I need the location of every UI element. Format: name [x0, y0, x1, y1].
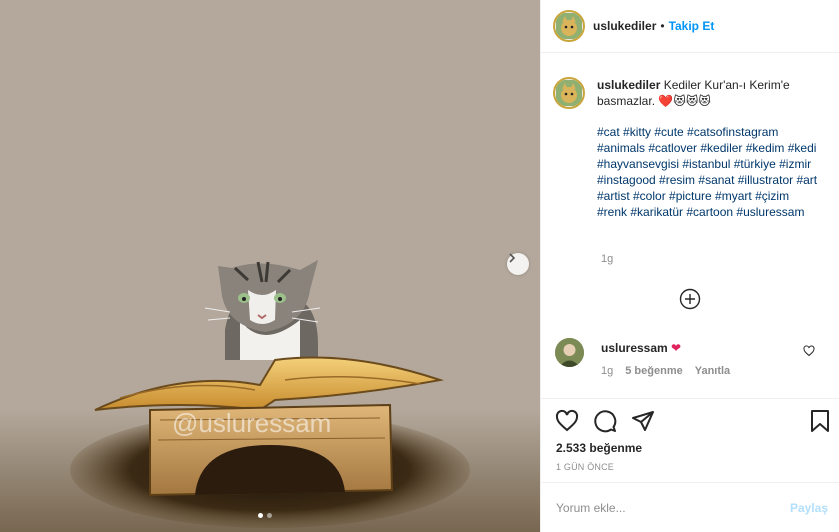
cat-illustration: @usluressam — [0, 0, 540, 532]
load-more-comments-button[interactable] — [679, 288, 701, 313]
commenter-avatar[interactable] — [555, 338, 584, 367]
post-comment-button[interactable]: Paylaş — [790, 501, 828, 515]
watermark-text: @usluressam — [172, 408, 331, 438]
plus-circle-icon — [679, 288, 701, 310]
heart-icon — [803, 345, 815, 357]
comment-icon[interactable] — [593, 409, 617, 433]
heart-icon[interactable] — [555, 409, 579, 433]
comment-item: usluressam ❤ — [555, 338, 681, 367]
caption-time: 1g — [601, 253, 614, 265]
caption-username[interactable]: uslukediler — [597, 78, 660, 92]
save-button[interactable] — [809, 409, 831, 436]
commenter-username[interactable]: usluressam — [601, 341, 668, 355]
comment-body: ❤ — [671, 341, 682, 355]
comment-likes[interactable]: 5 beğenme — [625, 365, 682, 377]
post-actions: 2.533 beğenme 1 GÜN ÖNCE — [541, 398, 839, 482]
author-avatar[interactable] — [553, 10, 585, 42]
post-image[interactable]: @usluressam — [0, 0, 540, 532]
header-separator: • — [660, 19, 665, 33]
caption-emoji: ❤️😻😻😻 — [658, 94, 711, 108]
comment-time: 1g — [601, 365, 614, 377]
cat-avatar-icon — [556, 80, 582, 106]
post-dialog: @usluressam uslukediler • Takip Et usluk… — [0, 0, 839, 532]
post-timestamp: 1 GÜN ÖNCE — [556, 462, 615, 472]
caption: uslukediler Kediler Kur'an-ı Kerim'e bas… — [553, 77, 819, 220]
comments-section: uslukediler Kediler Kur'an-ı Kerim'e bas… — [541, 60, 839, 398]
carousel-dot — [267, 513, 272, 518]
add-comment-bar: Paylaş — [541, 482, 839, 532]
carousel-dot-active — [258, 513, 263, 518]
comment-input[interactable] — [556, 500, 790, 515]
action-icons — [555, 409, 655, 433]
comment-meta: 1g 5 beğenme Yanıtla — [601, 365, 730, 377]
comment-text: usluressam ❤ — [601, 341, 681, 367]
post-side-panel: uslukediler • Takip Et uslukediler Kedil… — [540, 0, 839, 532]
author-username[interactable]: uslukediler — [593, 19, 656, 33]
caption-avatar[interactable] — [553, 77, 585, 109]
chevron-right-icon — [509, 253, 516, 263]
likes-count[interactable]: 2.533 beğenme — [556, 441, 642, 455]
comment-like-button[interactable] — [803, 345, 815, 360]
caption-hashtags[interactable]: #cat #kitty #cute #catsofinstagram #anim… — [597, 124, 819, 220]
share-icon[interactable] — [631, 409, 655, 433]
reply-button[interactable]: Yanıtla — [695, 365, 730, 377]
follow-button[interactable]: Takip Et — [669, 19, 715, 33]
bookmark-icon — [811, 410, 829, 432]
cat-avatar-icon — [556, 13, 582, 39]
person-avatar-icon — [555, 338, 584, 367]
next-image-button[interactable] — [507, 253, 529, 275]
carousel-indicator — [258, 513, 272, 518]
post-header: uslukediler • Takip Et — [541, 0, 839, 53]
caption-text: uslukediler Kediler Kur'an-ı Kerim'e bas… — [597, 77, 819, 220]
